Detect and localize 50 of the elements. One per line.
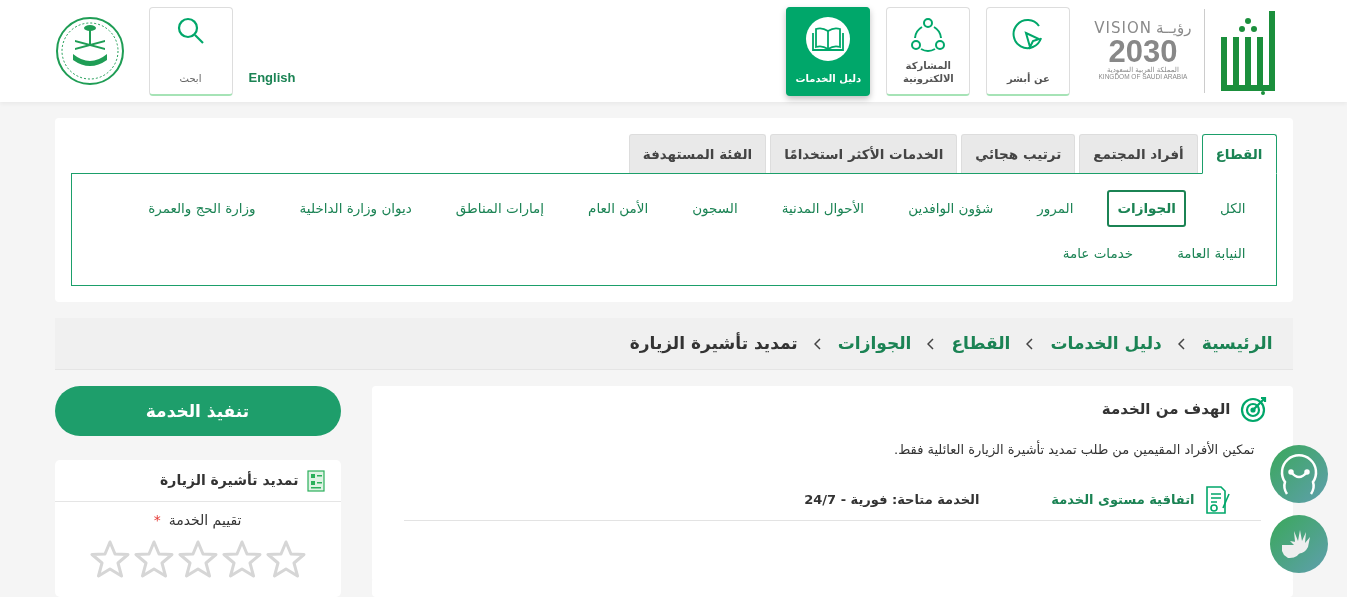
nav-button[interactable]: المشاركة الالكترونية [886,6,971,96]
tab[interactable]: الفئة المستهدفة [628,134,767,174]
star-icon[interactable] [221,539,262,580]
breadcrumb-link[interactable]: دليل الخدمات [1050,331,1162,357]
nav-button[interactable]: دليل الخدمات [786,6,871,96]
language-link[interactable]: English [248,68,296,88]
sector-filter[interactable]: السجون [682,190,748,227]
logo-text: 2030 [1108,36,1178,68]
star-icon[interactable] [265,539,306,580]
breadcrumb-link[interactable]: الرئيسية [1201,331,1273,357]
tab[interactable]: ترتيب هجائي [961,134,1076,174]
sign-language-button[interactable] [1270,515,1328,573]
execute-button[interactable]: تنفيذ الخدمة [54,386,341,437]
logo-text: VISION [1094,21,1152,37]
sector-filter[interactable]: خدمات عامة [1052,234,1144,271]
sector-filter[interactable]: الأمن العام [578,190,659,227]
target-icon [1238,394,1269,425]
sector-filter[interactable]: الكل [1209,190,1256,227]
sector-filter[interactable]: النيابة العامة [1167,234,1256,271]
sla-link[interactable]: اتفاقية مستوى الخدمة [1051,483,1231,516]
sector-filter[interactable]: شؤون الوافدين [898,190,1004,227]
page-title: تمديد تأشيرة الزيارة [629,331,798,356]
search-button[interactable]: ابحث [148,6,233,96]
logo-text: رؤيــة [1156,21,1192,37]
breadcrumb-link[interactable]: القطاع [951,331,1011,357]
nav-button[interactable]: عن أبشر [986,6,1071,96]
tab[interactable]: الخدمات الأكثر استخدامًا [770,134,958,174]
tab[interactable]: القطاع [1201,134,1277,175]
book-icon [805,15,852,62]
form-icon [306,468,325,493]
availability-text: الخدمة متاحة: فورية - 24/7 [804,491,980,509]
sector-filter[interactable]: ديوان وزارة الداخلية [289,190,422,227]
sector-filter[interactable]: وزارة الحج والعمرة [138,190,266,227]
sector-filter[interactable]: الأحوال المدنية [771,190,875,227]
required-mark: * [153,511,161,531]
description-text: تمكين الأفراد المقيمين من طلب تمديد تأشيرة الزيارة العائلية فقط. [893,440,1256,460]
rating-label: تقييم الخدمة [168,511,242,531]
section-title: الهدف من الخدمة [1101,399,1231,420]
sector-filter[interactable]: المرور [1027,190,1084,227]
emblem-logo [54,16,125,86]
sector-filter[interactable]: الجوازات [1107,190,1186,227]
breadcrumb-link[interactable]: الجوازات [837,331,912,357]
chat-button[interactable] [1270,445,1328,503]
share-icon [909,15,948,54]
card-title: تمديد تأشيرة الزيارة [160,470,299,491]
tab[interactable]: أفراد المجتمع [1079,134,1198,174]
star-icon[interactable] [177,539,218,580]
star-icon[interactable] [89,539,130,580]
star-icon[interactable] [133,539,174,580]
sector-filter[interactable]: إمارات المناطق [445,190,555,227]
